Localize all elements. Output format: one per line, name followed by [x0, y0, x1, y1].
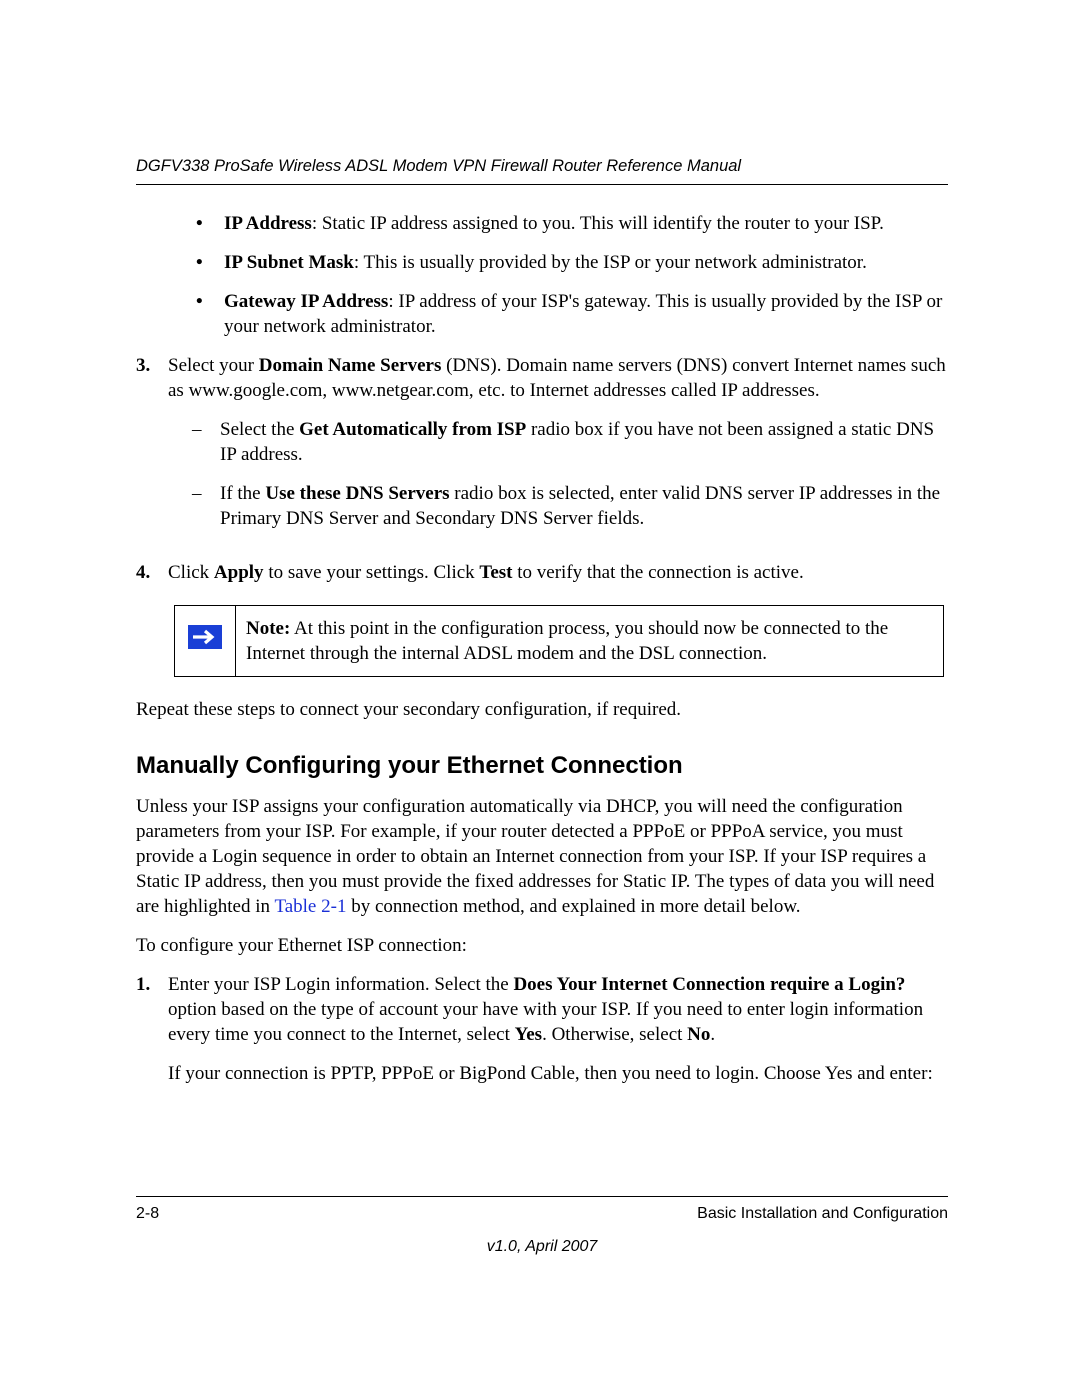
repeat-paragraph: Repeat these steps to connect your secon… [136, 697, 948, 722]
step-number: 1. [136, 972, 168, 1086]
step-3: 3. Select your Domain Name Servers (DNS)… [136, 353, 948, 545]
bullet-body: IP Address: Static IP address assigned t… [224, 211, 948, 236]
arrow-right-icon [188, 633, 222, 654]
eth-step-1: 1. Enter your ISP Login information. Sel… [136, 972, 948, 1086]
page-number: 2-8 [136, 1203, 159, 1224]
step-extra: If your connection is PPTP, PPPoE or Big… [168, 1061, 948, 1086]
page-footer: 2-8 Basic Installation and Configuration… [136, 1186, 948, 1257]
footer-rule [136, 1196, 948, 1197]
sub-list: – Select the Get Automatically from ISP … [192, 417, 948, 531]
bullet-body: IP Subnet Mask: This is usually provided… [224, 250, 948, 275]
lead-paragraph: To configure your Ethernet ISP connectio… [136, 933, 948, 958]
list-item: • Gateway IP Address: IP address of your… [192, 289, 948, 339]
note-box: Note: At this point in the configuration… [174, 605, 944, 677]
list-item: – If the Use these DNS Servers radio box… [192, 481, 948, 531]
step-body: Select your Domain Name Servers (DNS). D… [168, 353, 948, 545]
step-number: 3. [136, 353, 168, 545]
step-number: 4. [136, 560, 168, 585]
list-item: – Select the Get Automatically from ISP … [192, 417, 948, 467]
list-item: • IP Address: Static IP address assigned… [192, 211, 948, 236]
step-4: 4. Click Apply to save your settings. Cl… [136, 560, 948, 585]
table-2-1-link[interactable]: Table 2-1 [274, 896, 346, 917]
step-body: Click Apply to save your settings. Click… [168, 560, 948, 585]
dash-marker: – [192, 417, 220, 467]
version-text: v1.0, April 2007 [136, 1236, 948, 1257]
bullet-marker: • [192, 211, 224, 236]
list-item: • IP Subnet Mask: This is usually provid… [192, 250, 948, 275]
header-rule [136, 184, 948, 185]
document-page: DGFV338 ProSafe Wireless ADSL Modem VPN … [0, 0, 1080, 1397]
chapter-title: Basic Installation and Configuration [697, 1203, 948, 1224]
manual-title: DGFV338 ProSafe Wireless ADSL Modem VPN … [136, 156, 948, 178]
dash-marker: – [192, 481, 220, 531]
step-body: Enter your ISP Login information. Select… [168, 972, 948, 1086]
bullet-marker: • [192, 289, 224, 339]
intro-paragraph: Unless your ISP assigns your configurati… [136, 794, 948, 919]
bullet-list-ip: • IP Address: Static IP address assigned… [192, 211, 948, 339]
note-text: Note: At this point in the configuration… [236, 605, 944, 676]
note-icon-cell [175, 605, 236, 676]
bullet-body: Gateway IP Address: IP address of your I… [224, 289, 948, 339]
bullet-marker: • [192, 250, 224, 275]
section-heading: Manually Configuring your Ethernet Conne… [136, 750, 948, 782]
